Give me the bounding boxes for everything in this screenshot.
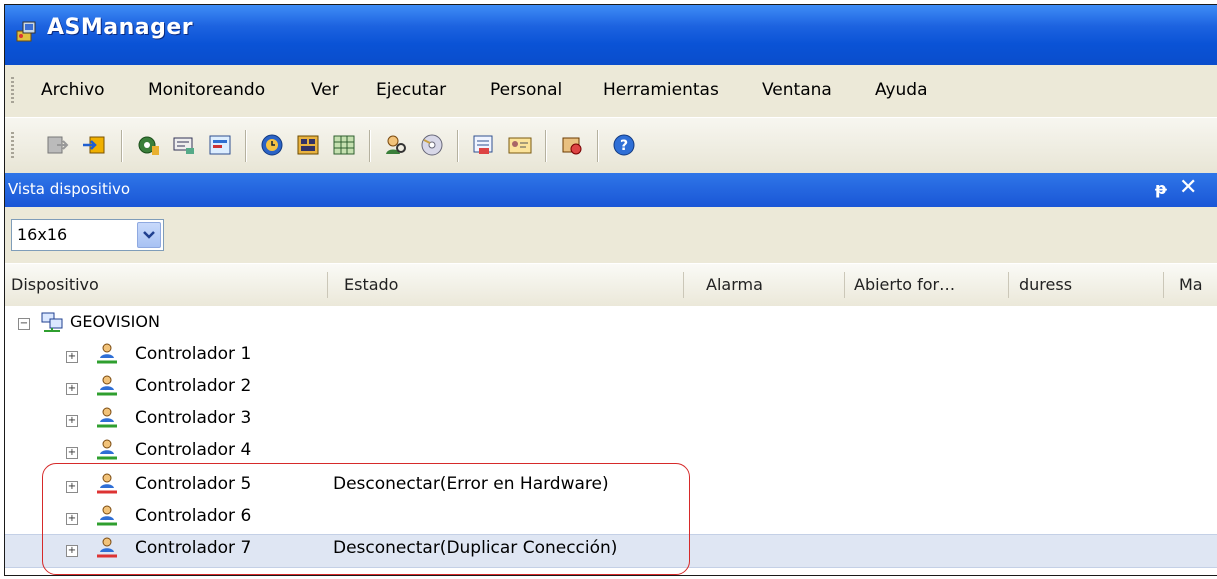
menubar-grip[interactable] bbox=[11, 77, 14, 105]
controller-icon bbox=[97, 439, 117, 460]
annotation-highlight bbox=[42, 463, 690, 575]
device-view-panel-header: Vista dispositivo ᵽ ✕ bbox=[5, 173, 1217, 207]
id-card-icon[interactable] bbox=[507, 132, 533, 158]
network-settings-icon[interactable] bbox=[135, 132, 161, 158]
chevron-down-icon bbox=[143, 231, 155, 239]
panel-title: Vista dispositivo bbox=[8, 180, 131, 198]
toolbar-separator bbox=[545, 130, 547, 162]
tree-row-controller[interactable]: + Controlador 3 bbox=[5, 404, 1217, 436]
menu-personal[interactable]: Personal bbox=[490, 80, 562, 100]
key-access-icon[interactable] bbox=[559, 132, 585, 158]
controller-label: Controlador 3 bbox=[135, 408, 252, 428]
network-computers-icon bbox=[41, 312, 63, 332]
window-title: ASManager bbox=[47, 15, 194, 40]
icon-size-select[interactable]: 16x16 bbox=[11, 219, 164, 251]
expand-toggle[interactable]: + bbox=[66, 415, 78, 427]
column-divider[interactable] bbox=[1008, 272, 1009, 298]
icon-size-value: 16x16 bbox=[17, 225, 68, 244]
svg-text:?: ? bbox=[620, 138, 628, 154]
controller-label: Controlador 2 bbox=[135, 376, 252, 396]
controller-config-icon[interactable] bbox=[171, 132, 197, 158]
root-label: GEOVISION bbox=[70, 312, 160, 331]
column-divider[interactable] bbox=[844, 272, 845, 298]
menu-herramientas[interactable]: Herramientas bbox=[603, 80, 719, 100]
menu-ayuda[interactable]: Ayuda bbox=[875, 80, 928, 100]
asmanager-app-icon bbox=[16, 21, 36, 42]
column-header-estado[interactable]: Estado bbox=[338, 264, 683, 306]
toolbar-separator bbox=[121, 130, 123, 162]
column-divider[interactable] bbox=[683, 272, 684, 298]
user-search-icon[interactable] bbox=[383, 132, 409, 158]
logout-icon[interactable] bbox=[45, 132, 71, 158]
menu-monitoreando[interactable]: Monitoreando bbox=[148, 80, 265, 100]
cd-backup-icon[interactable] bbox=[419, 132, 445, 158]
column-header-abierto[interactable]: Abierto for… bbox=[848, 264, 1008, 306]
column-headers: Dispositivo Estado Alarma Abierto for… d… bbox=[5, 264, 1217, 308]
controller-label: Controlador 4 bbox=[135, 440, 252, 460]
controller-icon bbox=[97, 375, 117, 396]
collapse-toggle[interactable]: − bbox=[18, 318, 30, 330]
login-icon[interactable] bbox=[81, 132, 107, 158]
menu-bar: Archivo Monitoreando Ver Ejecutar Person… bbox=[5, 65, 1217, 117]
toolbar-separator bbox=[369, 130, 371, 162]
toolbar-separator bbox=[597, 130, 599, 162]
dropdown-button[interactable] bbox=[137, 222, 161, 248]
tree-row-root[interactable]: − GEOVISION bbox=[5, 308, 1217, 340]
event-grid-icon[interactable] bbox=[331, 132, 357, 158]
title-bar: ASManager bbox=[5, 5, 1217, 65]
app-window: ASManager Archivo Monitoreando Ver Ejecu… bbox=[4, 4, 1217, 576]
toolbar-separator bbox=[457, 130, 459, 162]
device-list-icon[interactable] bbox=[207, 132, 233, 158]
toolbar-separator bbox=[245, 130, 247, 162]
toolbar-grip[interactable] bbox=[11, 132, 14, 160]
expand-toggle[interactable]: + bbox=[66, 383, 78, 395]
report-icon[interactable] bbox=[471, 132, 497, 158]
column-divider[interactable] bbox=[327, 272, 328, 298]
toolbar: ? bbox=[5, 117, 1217, 174]
column-header-ma[interactable]: Ma bbox=[1173, 264, 1217, 306]
door-control-icon[interactable] bbox=[295, 132, 321, 158]
close-icon[interactable]: ✕ bbox=[1179, 175, 1197, 200]
controller-icon bbox=[97, 407, 117, 428]
tree-row-controller[interactable]: + Controlador 2 bbox=[5, 372, 1217, 404]
column-header-dispositivo[interactable]: Dispositivo bbox=[5, 264, 327, 306]
expand-toggle[interactable]: + bbox=[66, 351, 78, 363]
menu-ejecutar[interactable]: Ejecutar bbox=[376, 80, 446, 100]
column-header-duress[interactable]: duress bbox=[1013, 264, 1163, 306]
help-icon[interactable]: ? bbox=[611, 132, 637, 158]
expand-toggle[interactable]: + bbox=[66, 447, 78, 459]
column-divider[interactable] bbox=[1163, 272, 1164, 298]
pin-icon[interactable]: ᵽ bbox=[1155, 179, 1167, 198]
monitor-clock-icon[interactable] bbox=[259, 132, 285, 158]
menu-ver[interactable]: Ver bbox=[311, 80, 339, 100]
menu-ventana[interactable]: Ventana bbox=[762, 80, 832, 100]
column-header-alarma[interactable]: Alarma bbox=[700, 264, 844, 306]
tree-row-controller[interactable]: + Controlador 1 bbox=[5, 340, 1217, 372]
view-options-strip: 16x16 bbox=[5, 207, 1217, 263]
controller-label: Controlador 1 bbox=[135, 344, 252, 364]
menu-archivo[interactable]: Archivo bbox=[41, 80, 105, 100]
controller-icon bbox=[97, 343, 117, 364]
